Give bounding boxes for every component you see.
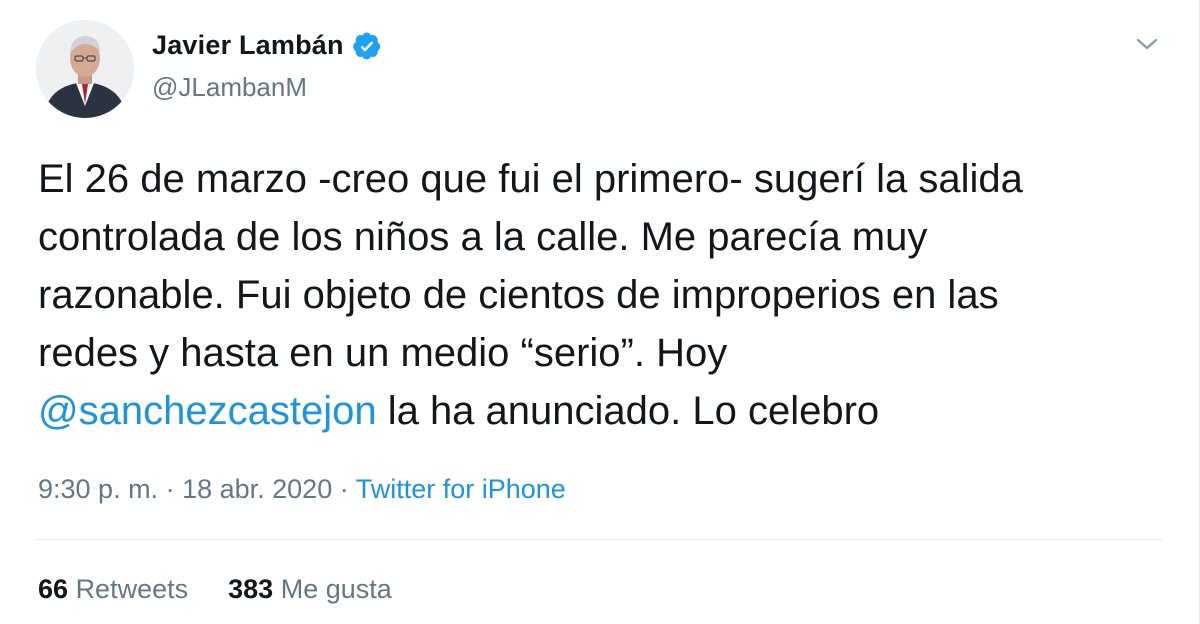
tweet-stats: 66 Retweets 383 Me gusta — [38, 574, 392, 605]
tweet-source-link[interactable]: Twitter for iPhone — [356, 474, 566, 504]
tweet-time[interactable]: 9:30 p. m. — [38, 474, 158, 504]
tweet-text-line: redes y hasta en un medio “serio”. Hoy — [38, 331, 728, 375]
retweets-label: Retweets — [75, 574, 189, 604]
tweet-date[interactable]: 18 abr. 2020 — [182, 474, 332, 504]
likes-label: Me gusta — [280, 574, 392, 604]
user-handle[interactable]: @JLambanM — [152, 72, 307, 103]
tweet-metadata: 9:30 p. m. · 18 abr. 2020 · Twitter for … — [38, 474, 566, 505]
author-name-row[interactable]: Javier Lambán — [152, 30, 382, 61]
retweets-stat[interactable]: 66 Retweets — [38, 574, 188, 605]
divider — [36, 539, 1163, 540]
tweet-text: El 26 de marzo -creo que fui el primero-… — [38, 150, 1158, 440]
mention-link[interactable]: @sanchezcastejon — [38, 389, 377, 433]
profile-photo-icon — [36, 20, 134, 118]
tweet-text-line: El 26 de marzo -creo que fui el primero-… — [38, 157, 1023, 201]
tweet-card: Javier Lambán @JLambanM El 26 de marzo -… — [0, 0, 1200, 624]
chevron-down-icon[interactable] — [1133, 30, 1161, 58]
meta-separator: · — [332, 474, 356, 504]
verified-badge-icon — [352, 32, 380, 59]
tweet-text-tail: la ha anunciado. Lo celebro — [376, 389, 880, 433]
meta-separator: · — [158, 474, 183, 504]
retweets-count: 66 — [38, 574, 69, 604]
tweet-text-line-last: @sanchezcastejon la ha anunciado. Lo cel… — [38, 382, 1158, 440]
tweet-text-line: controlada de los niños a la calle. Me p… — [38, 215, 928, 259]
tweet-text-line: razonable. Fui objeto de cientos de impr… — [38, 273, 999, 317]
display-name[interactable]: Javier Lambán — [152, 30, 344, 61]
likes-stat[interactable]: 383 Me gusta — [228, 574, 392, 605]
likes-count: 383 — [228, 574, 274, 604]
avatar[interactable] — [36, 20, 134, 118]
